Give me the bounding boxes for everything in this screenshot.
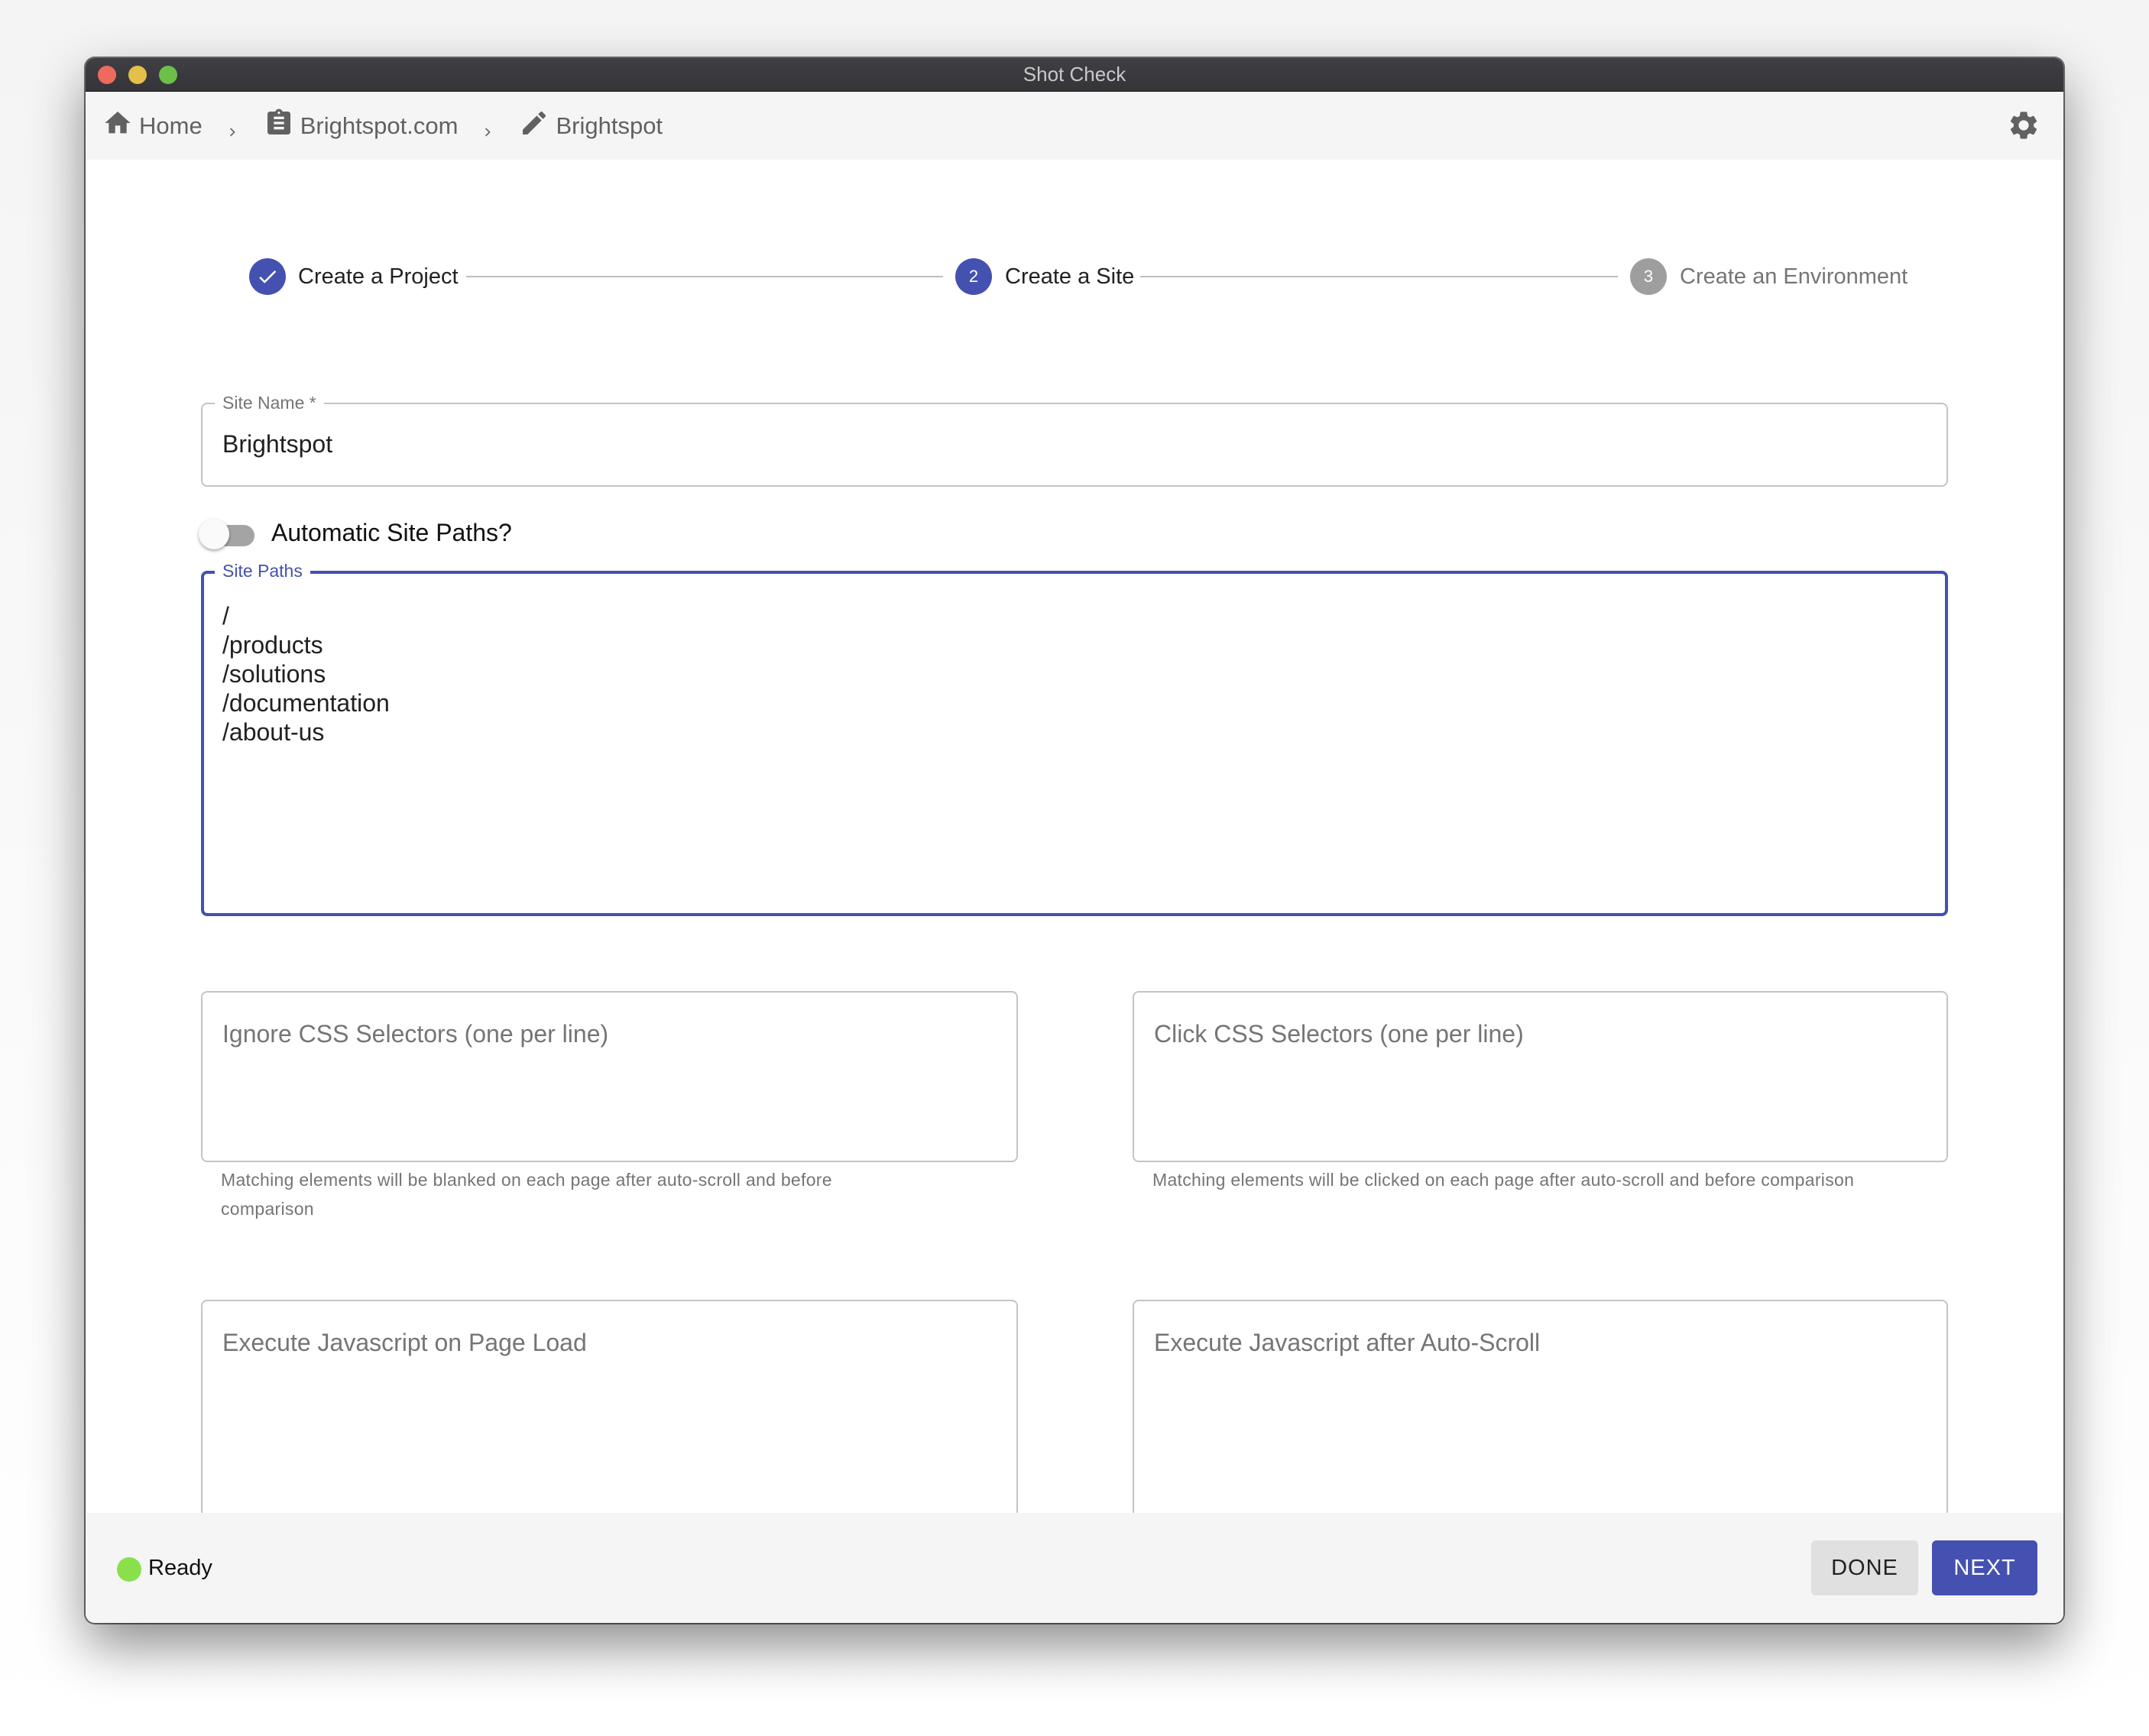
step-1-complete-badge xyxy=(249,258,286,295)
step-2-badge: 2 xyxy=(955,258,992,295)
home-icon xyxy=(102,108,139,144)
site-name-field[interactable]: Site Name * Brightspot xyxy=(201,393,1948,487)
status-indicator-icon xyxy=(117,1557,141,1582)
wizard-content: Create a Project 2 Create a Site 3 Creat… xyxy=(86,160,2063,1513)
step-1-label: Create a Project xyxy=(298,264,459,289)
footer-bar: Ready DONE NEXT xyxy=(86,1513,2063,1623)
done-button[interactable]: DONE xyxy=(1811,1540,1918,1595)
toggle-thumb xyxy=(199,519,229,549)
app-window: Shot Check Home Brightspot.com Brightspo… xyxy=(86,58,2063,1623)
helper-line: Matching elements will be blanked on eac… xyxy=(221,1170,832,1190)
breadcrumb: Home Brightspot.com Brightspot xyxy=(102,92,663,160)
js-after-auto-scroll-field[interactable]: Execute Javascript after Auto-Scroll xyxy=(1133,1300,1948,1513)
site-paths-textarea[interactable]: / /products /solutions /documentation /a… xyxy=(222,601,1927,898)
title-bar: Shot Check xyxy=(86,58,2063,92)
breadcrumb-label: Brightspot.com xyxy=(300,112,459,139)
window-title: Shot Check xyxy=(1023,63,1126,86)
check-icon xyxy=(256,270,279,292)
click-css-selectors-placeholder: Click CSS Selectors (one per line) xyxy=(1154,1020,1524,1048)
ignore-css-selectors-field[interactable]: Ignore CSS Selectors (one per line) xyxy=(201,991,1018,1162)
step-3-badge: 3 xyxy=(1630,258,1667,295)
step-3-label: Create an Environment xyxy=(1680,264,1908,289)
js-after-auto-scroll-placeholder: Execute Javascript after Auto-Scroll xyxy=(1154,1329,1541,1356)
next-button[interactable]: NEXT xyxy=(1932,1540,2037,1595)
site-paths-field[interactable]: Site Paths / /products /solutions /docum… xyxy=(201,561,1948,916)
chevron-right-icon xyxy=(481,118,496,136)
chevron-right-icon xyxy=(225,118,241,136)
site-name-input[interactable]: Brightspot xyxy=(222,430,332,458)
gear-icon xyxy=(2007,112,2040,145)
ignore-css-selectors-placeholder: Ignore CSS Selectors (one per line) xyxy=(222,1020,609,1048)
js-on-page-load-placeholder: Execute Javascript on Page Load xyxy=(222,1329,587,1356)
settings-button[interactable] xyxy=(2007,108,2040,142)
site-paths-label: Site Paths xyxy=(215,561,310,581)
automatic-site-paths-toggle[interactable] xyxy=(199,517,260,554)
pencil-icon xyxy=(519,108,556,144)
helper-line: comparison xyxy=(221,1199,314,1219)
breadcrumb-home[interactable]: Home xyxy=(102,108,203,144)
breadcrumb-site[interactable]: Brightspot xyxy=(519,108,663,144)
breadcrumb-label: Home xyxy=(139,112,203,139)
ignore-css-selectors-helper: Matching elements will be blanked on eac… xyxy=(221,1165,832,1223)
status-text: Ready xyxy=(148,1556,212,1580)
step-connector xyxy=(1140,276,1618,277)
clipboard-icon xyxy=(264,108,300,144)
click-css-selectors-field[interactable]: Click CSS Selectors (one per line) xyxy=(1133,991,1948,1162)
automatic-site-paths-label: Automatic Site Paths? xyxy=(271,519,512,546)
step-2-label: Create a Site xyxy=(1005,264,1135,289)
step-connector xyxy=(466,276,943,277)
header-bar: Home Brightspot.com Brightspot xyxy=(86,92,2063,160)
click-css-selectors-helper: Matching elements will be clicked on eac… xyxy=(1152,1170,1855,1190)
site-name-label: Site Name * xyxy=(215,393,324,413)
breadcrumb-project[interactable]: Brightspot.com xyxy=(264,108,459,144)
breadcrumb-label: Brightspot xyxy=(556,112,663,139)
js-on-page-load-field[interactable]: Execute Javascript on Page Load xyxy=(201,1300,1018,1513)
